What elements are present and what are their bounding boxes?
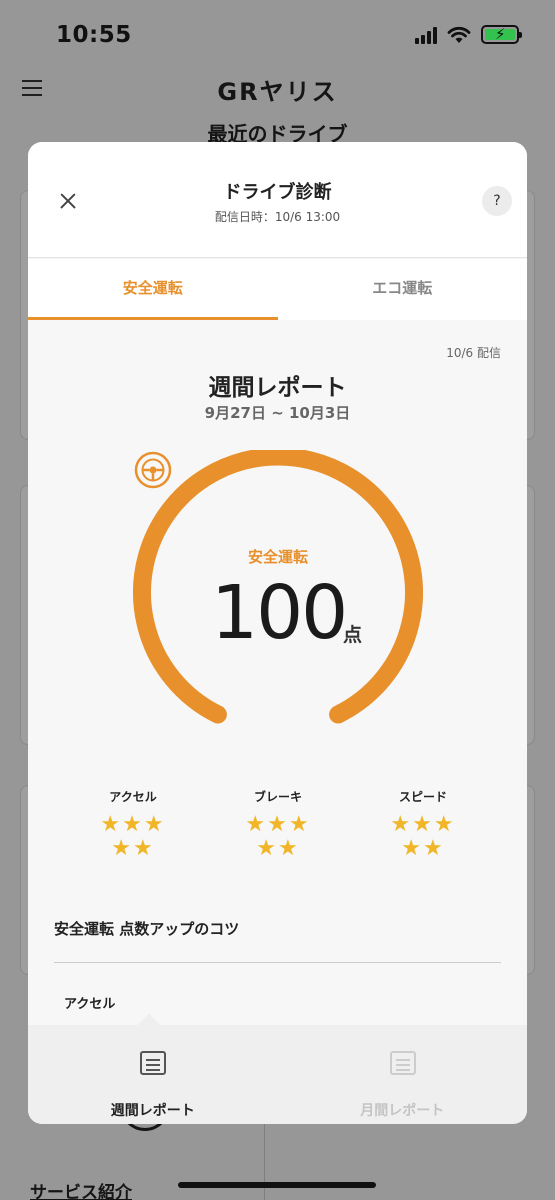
monthly-report-icon	[389, 1051, 416, 1075]
rating-speed: スピード ★★★ ★★	[363, 788, 483, 861]
gauge-label: 安全運転	[247, 548, 308, 566]
nav-monthly-report[interactable]: 月間レポート	[278, 1025, 528, 1124]
home-indicator	[178, 1182, 376, 1188]
bottom-nav: 週間レポート 月間レポート	[28, 1013, 528, 1124]
tab-eco-driving[interactable]: エコ運転	[278, 259, 528, 320]
status-icons: ⚡	[415, 25, 522, 44]
rating-group: アクセル ★★★ ★★ ブレーキ ★★★ ★★ スピード ★★★ ★★	[73, 788, 483, 861]
status-time: 10:55	[56, 22, 132, 48]
status-bar: 10:55 ⚡	[0, 0, 555, 70]
rating-label: アクセル	[109, 790, 157, 804]
signal-icon	[415, 26, 437, 44]
safety-score: 100	[211, 570, 348, 656]
tips-item-accelerator[interactable]: アクセル	[64, 993, 115, 1012]
charging-icon: ⚡	[495, 25, 506, 43]
divider	[54, 962, 501, 963]
delivery-datetime: 配信日時：10/6 13:00	[214, 210, 341, 224]
star-rating: ★★★ ★★	[245, 812, 311, 861]
score-gauge: 安全運転 100 点	[133, 450, 423, 740]
delivered-date: 10/6 配信	[446, 346, 501, 360]
help-button[interactable]: ?	[482, 186, 512, 216]
nav-weekly-report[interactable]: 週間レポート	[28, 1025, 278, 1124]
report-date-range: 9月27日 ~ 10月3日	[204, 404, 351, 422]
modal-title: ドライブ診断	[223, 182, 332, 203]
tips-title: 安全運転 点数アップのコツ	[54, 920, 240, 938]
wifi-icon	[447, 26, 471, 43]
tab-safe-driving[interactable]: 安全運転	[28, 259, 278, 320]
rating-label: スピード	[398, 790, 447, 804]
steering-wheel-icon	[134, 451, 172, 489]
battery-icon: ⚡	[481, 25, 522, 44]
drive-diagnosis-modal: ドライブ診断 配信日時：10/6 13:00 ? 安全運転 エコ運転 10/6 …	[28, 142, 527, 1124]
nav-label: 週間レポート	[110, 1103, 195, 1119]
rating-brake: ブレーキ ★★★ ★★	[218, 788, 338, 861]
tab-bar: 安全運転 エコ運転	[28, 259, 527, 320]
rating-accelerator: アクセル ★★★ ★★	[73, 788, 193, 861]
report-title: 週間レポート	[208, 375, 347, 401]
modal-header: ドライブ診断 配信日時：10/6 13:00 ?	[28, 142, 527, 258]
star-rating: ★★★ ★★	[390, 812, 456, 861]
nav-label: 月間レポート	[360, 1103, 445, 1119]
weekly-report-icon	[140, 1051, 166, 1075]
star-rating: ★★★ ★★	[100, 812, 166, 861]
score-unit: 点	[343, 624, 363, 646]
rating-label: ブレーキ	[253, 790, 302, 804]
